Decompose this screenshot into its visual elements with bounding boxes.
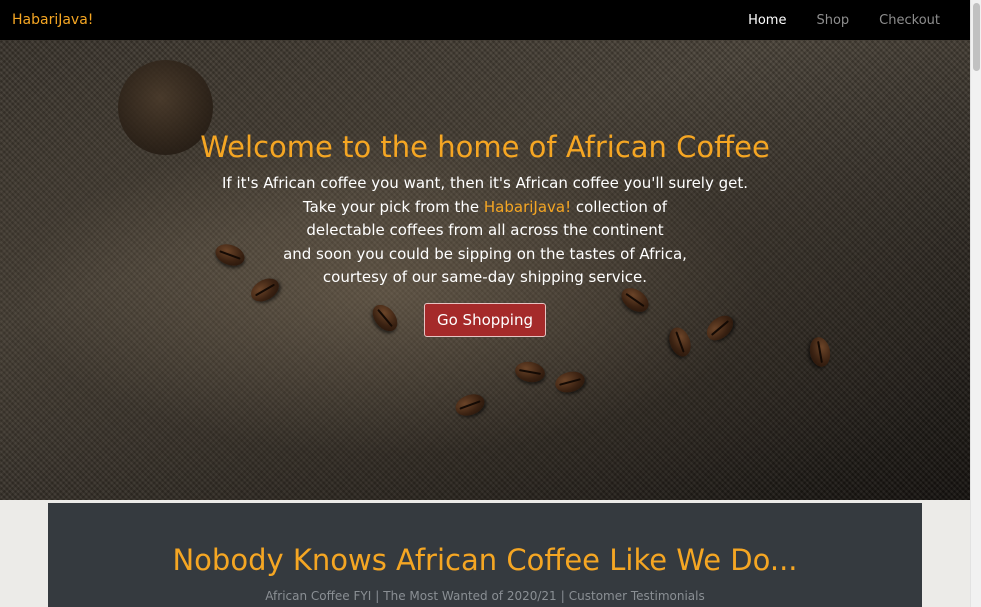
hero-text-line: Take your pick from the HabariJava! coll… [0, 196, 970, 220]
hero-text-line: and soon you could be sipping on the tas… [283, 244, 687, 263]
top-navbar: HabariJava! Home Shop Checkout [0, 0, 970, 40]
hero-text-segment: collection of [571, 197, 668, 216]
link-african-coffee-fyi[interactable]: African Coffee FYI [265, 589, 371, 603]
about-section: Nobody Knows African Coffee Like We Do..… [48, 503, 922, 607]
link-separator: | [560, 589, 565, 603]
link-separator: | [375, 589, 380, 603]
nav-link-home[interactable]: Home [718, 13, 786, 28]
go-shopping-button[interactable]: Go Shopping [423, 302, 546, 337]
hero-text-segment: Take your pick from the [302, 197, 484, 216]
nav-link-checkout[interactable]: Checkout [849, 13, 940, 28]
hero-text-line: courtesy of our same-day shipping servic… [322, 268, 648, 286]
nav-link-shop[interactable]: Shop [786, 13, 849, 28]
link-customer-testimonials[interactable]: Customer Testimonials [569, 589, 705, 603]
section-links: African Coffee FYI | The Most Wanted of 20… [48, 589, 922, 603]
hero-brand-highlight: HabariJava! [483, 197, 572, 216]
brand-logo-link[interactable]: HabariJava! [12, 12, 93, 28]
hero-content: Welcome to the home of African Coffee If… [0, 130, 970, 337]
coffee-bean-image [807, 335, 833, 369]
link-most-wanted[interactable]: The Most Wanted of 2020/21 [383, 589, 556, 603]
page-scrollbar[interactable] [970, 0, 981, 607]
nav-links: Home Shop Checkout [718, 13, 940, 28]
coffee-bean-image [552, 368, 588, 396]
hero-banner: Welcome to the home of African Coffee If… [0, 40, 970, 500]
hero-text-line: If it's African coffee you want, then it… [221, 174, 749, 192]
scrollbar-thumb[interactable] [973, 3, 980, 71]
section-title: Nobody Knows African Coffee Like We Do..… [172, 543, 798, 577]
hero-text-line: delectable coffees from all across the c… [306, 221, 664, 239]
coffee-bean-image [452, 390, 488, 420]
coffee-bean-image [513, 359, 547, 385]
hero-title: Welcome to the home of African Coffee [200, 130, 770, 164]
